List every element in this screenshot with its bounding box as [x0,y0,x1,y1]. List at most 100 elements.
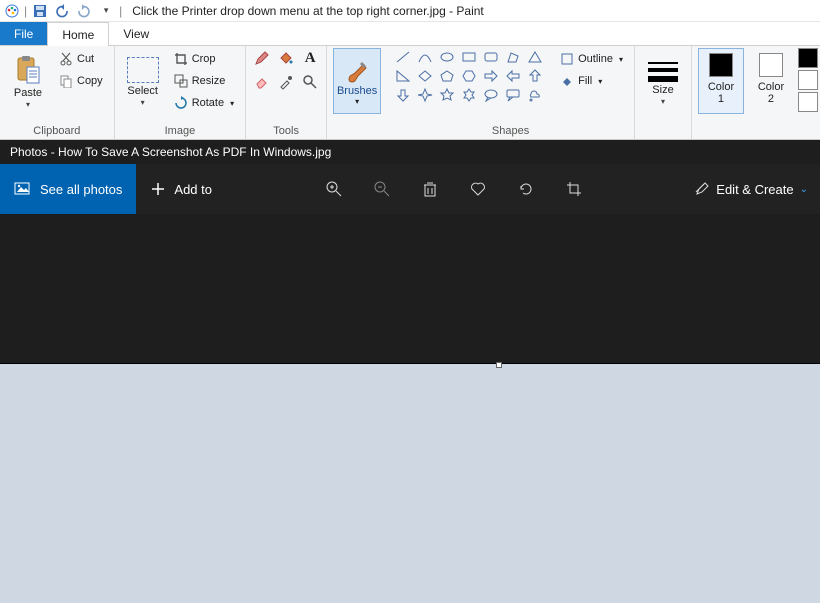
chevron-down-icon: ▾ [141,98,145,107]
color2-swatch [759,53,783,77]
palette-color[interactable] [798,92,818,112]
shapes-gallery[interactable] [393,48,545,104]
shape-hexagon[interactable] [459,67,479,85]
group-label-clipboard: Clipboard [6,123,108,139]
color2-label: Color 2 [758,81,784,105]
paste-button[interactable]: Paste ▾ [6,48,50,114]
group-label-brushes [333,123,381,139]
favorite-button[interactable] [454,164,502,214]
color2-button[interactable]: Color 2 [748,48,794,114]
fill-button[interactable]: Fill ▾ [555,70,628,92]
shape-callout-cloud[interactable] [525,86,545,104]
select-button[interactable]: Select ▾ [121,48,165,114]
zoom-out-button[interactable] [358,164,406,214]
color1-button[interactable]: Color 1 [698,48,744,114]
group-label-tools: Tools [252,123,320,139]
see-all-label: See all photos [40,182,122,197]
edit-create-label: Edit & Create [716,182,793,197]
rotate-button[interactable] [502,164,550,214]
shape-line[interactable] [393,48,413,66]
color-palette [798,48,820,112]
outline-button[interactable]: Outline ▾ [555,48,628,70]
shape-6star[interactable] [459,86,479,104]
select-icon [127,57,159,83]
edit-create-button[interactable]: Edit & Create ⌄ [682,181,820,197]
shape-polygon[interactable] [503,48,523,66]
palette-color[interactable] [798,70,818,90]
color-picker-tool[interactable] [276,72,296,92]
resize-handle[interactable] [496,362,502,368]
cut-button[interactable]: Cut [54,48,108,70]
shape-arrow-left[interactable] [503,67,523,85]
select-label: Select [127,85,158,97]
text-tool[interactable]: A [300,48,320,68]
window-title: Click the Printer drop down menu at the … [132,4,484,18]
crop-button[interactable]: Crop [169,48,239,70]
shape-oval[interactable] [437,48,457,66]
brushes-label: Brushes [337,85,377,97]
fill-tool[interactable] [276,48,296,68]
group-label-size [641,123,685,139]
crop-label: Crop [192,53,216,65]
title-bar: | ▾ | Click the Printer drop down menu a… [0,0,820,22]
rotate-button[interactable]: Rotate ▾ [169,92,239,114]
rotate-label: Rotate [192,97,224,109]
chevron-down-icon: ⌄ [800,184,808,195]
shape-rect[interactable] [459,48,479,66]
copy-label: Copy [77,75,103,87]
shape-pentagon[interactable] [437,67,457,85]
eraser-tool[interactable] [252,72,272,92]
photos-titlebar: Photos - How To Save A Screenshot As PDF… [0,140,820,164]
magnifier-tool[interactable] [300,72,320,92]
shape-triangle[interactable] [525,48,545,66]
palette-color[interactable] [798,48,818,68]
chevron-down-icon: ▾ [26,100,30,109]
zoom-in-button[interactable] [310,164,358,214]
pencil-tool[interactable] [252,48,272,68]
shape-callout-round[interactable] [481,86,501,104]
save-button[interactable] [31,2,49,20]
brushes-button[interactable]: Brushes ▾ [333,48,381,114]
paint-app-icon [4,3,20,19]
customize-qat-button[interactable]: ▾ [97,2,115,20]
shape-roundrect[interactable] [481,48,501,66]
shape-arrow-up[interactable] [525,67,545,85]
shape-5star[interactable] [437,86,457,104]
resize-button[interactable]: Resize [169,70,239,92]
resize-label: Resize [192,75,226,87]
shape-callout-rect[interactable] [503,86,523,104]
size-button[interactable]: Size ▾ [641,48,685,114]
fill-label: Fill [578,75,592,87]
group-brushes: Brushes ▾ [327,46,387,139]
tab-view[interactable]: View [109,22,163,45]
tab-file[interactable]: File [0,22,47,45]
shape-curve[interactable] [415,48,435,66]
group-label-colors [698,123,820,139]
tab-home[interactable]: Home [47,22,109,46]
shape-right-triangle[interactable] [393,67,413,85]
outline-label: Outline [578,53,613,65]
crop-button[interactable] [550,164,598,214]
shape-4star[interactable] [415,86,435,104]
photos-canvas [0,214,820,364]
shape-arrow-down[interactable] [393,86,413,104]
redo-button[interactable] [75,2,93,20]
copy-button[interactable]: Copy [54,70,108,92]
ribbon-tabs: File Home View [0,22,820,46]
ribbon: Paste ▾ Cut Copy Clipboard Select ▾ [0,46,820,140]
size-icon [645,58,681,82]
separator: | [24,4,27,18]
undo-button[interactable] [53,2,71,20]
photos-toolbar: See all photos Add to Edit & Create ⌄ [0,164,820,214]
shape-diamond[interactable] [415,67,435,85]
see-all-photos-button[interactable]: See all photos [0,164,136,214]
photos-window: Photos - How To Save A Screenshot As PDF… [0,140,820,364]
group-label-image: Image [121,123,239,139]
chevron-down-icon: ▾ [598,77,602,86]
color1-swatch [709,53,733,77]
chevron-down-icon: ▾ [661,97,665,106]
add-to-button[interactable]: Add to [136,164,226,214]
shape-arrow-right[interactable] [481,67,501,85]
group-size: Size ▾ [635,46,692,139]
delete-button[interactable] [406,164,454,214]
